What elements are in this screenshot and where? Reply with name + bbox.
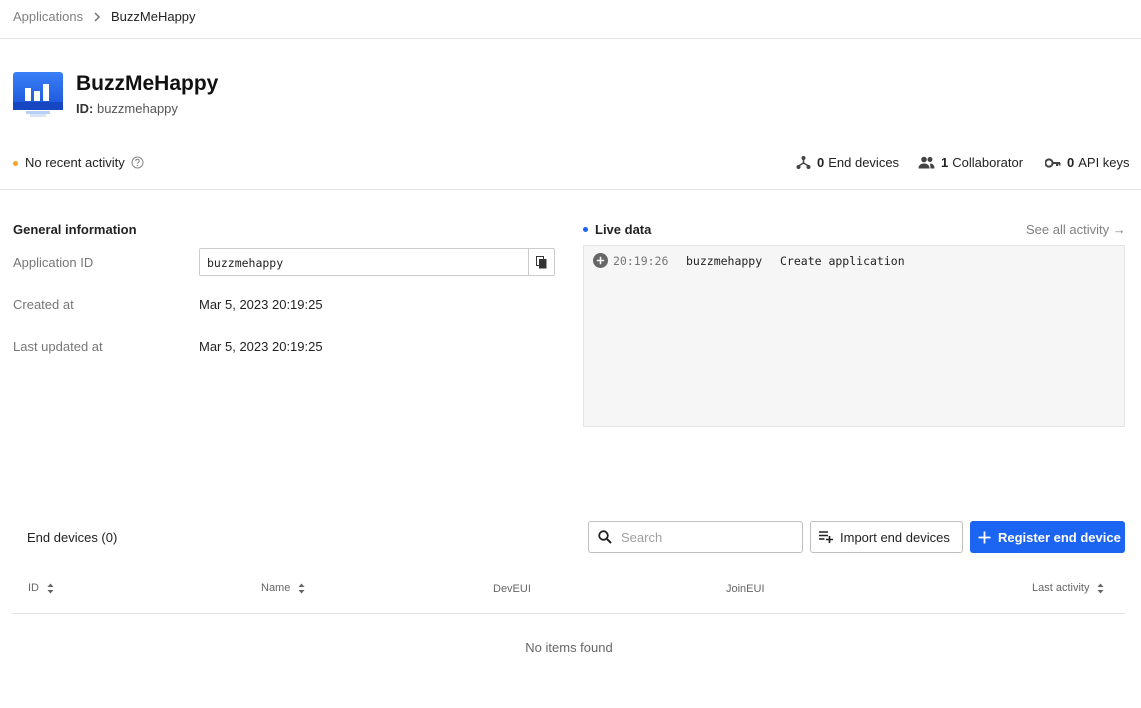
live-data-panel: 20:19:26 buzzmehappy Create application	[583, 245, 1125, 427]
register-end-device-label: Register end device	[998, 529, 1121, 545]
api-keys-stat[interactable]: 0 API keys	[1045, 155, 1130, 170]
event-time: 20:19:26	[613, 254, 669, 268]
event-entity: buzzmehappy	[686, 254, 763, 268]
created-at-value: Mar 5, 2023 20:19:25	[199, 297, 323, 312]
people-icon	[918, 156, 935, 169]
app-id-value: buzzmehappy	[96, 101, 178, 116]
see-all-activity-link[interactable]: See all activity →	[1026, 222, 1126, 237]
activity-status-text: No recent activity	[25, 155, 125, 170]
application-icon	[13, 72, 63, 117]
page-title: BuzzMeHappy	[76, 72, 219, 95]
column-header-name-label: Name	[261, 582, 291, 594]
breadcrumb-applications-link[interactable]: Applications	[13, 9, 83, 24]
playlist-add-icon	[819, 531, 833, 543]
column-header-deveui-label: DevEUI	[493, 583, 531, 595]
api-keys-count: 0	[1067, 155, 1075, 170]
column-header-joineui-label: JoinEUI	[726, 583, 765, 595]
key-icon	[1045, 157, 1061, 168]
table-divider	[13, 613, 1125, 614]
end-devices-count: 0	[817, 155, 825, 170]
sort-icon	[1097, 583, 1104, 593]
updated-at-label: Last updated at	[13, 339, 103, 354]
search-icon	[598, 530, 612, 544]
search-input[interactable]	[621, 528, 791, 546]
collaborators-label: Collaborator	[952, 155, 1024, 170]
column-header-name[interactable]: Name	[261, 582, 305, 594]
breadcrumb: Applications BuzzMeHappy	[0, 0, 1141, 39]
updated-at-value: Mar 5, 2023 20:19:25	[199, 339, 323, 354]
activity-status-dot	[13, 161, 18, 166]
live-indicator-dot	[583, 227, 588, 232]
application-id-field[interactable]: buzzmehappy	[199, 248, 529, 276]
end-devices-label: End devices	[828, 155, 900, 170]
search-field[interactable]	[588, 521, 803, 553]
end-devices-title: End devices (0)	[27, 530, 118, 545]
sort-icon	[47, 583, 54, 593]
column-header-last-activity-label: Last activity	[1032, 582, 1090, 594]
column-header-id[interactable]: ID	[28, 582, 54, 594]
event-description: Create application	[780, 254, 905, 268]
breadcrumb-current: BuzzMeHappy	[111, 9, 196, 24]
plus-circle-icon	[593, 253, 608, 268]
copy-button[interactable]	[528, 248, 555, 276]
created-at-label: Created at	[13, 297, 74, 312]
column-header-id-label: ID	[28, 582, 39, 594]
collaborators-stat[interactable]: 1 Collaborator	[918, 155, 1023, 170]
api-keys-label: API keys	[1078, 155, 1130, 170]
collaborators-count: 1	[941, 155, 949, 170]
column-header-joineui: JoinEUI	[726, 583, 765, 595]
chevron-right-icon	[94, 12, 101, 22]
column-header-deveui: DevEUI	[493, 583, 531, 595]
app-id-line: ID: buzzmehappy	[76, 101, 178, 116]
application-id-label: Application ID	[13, 255, 94, 270]
live-data-title: Live data	[595, 222, 652, 237]
end-devices-stat[interactable]: 0 End devices	[796, 155, 899, 170]
column-header-last-activity[interactable]: Last activity	[1032, 582, 1104, 594]
general-info-title: General information	[13, 222, 137, 237]
register-end-device-button[interactable]: Register end device	[970, 521, 1125, 553]
help-icon[interactable]	[131, 156, 144, 169]
empty-table-message: No items found	[525, 640, 613, 655]
import-end-devices-label: Import end devices	[840, 529, 950, 545]
status-bar: No recent activity 0 End devices 1 Colla…	[0, 145, 1141, 190]
import-end-devices-button[interactable]: Import end devices	[810, 521, 963, 553]
sort-icon	[298, 583, 305, 593]
plus-icon	[978, 531, 991, 543]
device-network-icon	[796, 156, 811, 169]
app-id-label: ID:	[76, 101, 94, 116]
copy-icon	[536, 255, 547, 268]
